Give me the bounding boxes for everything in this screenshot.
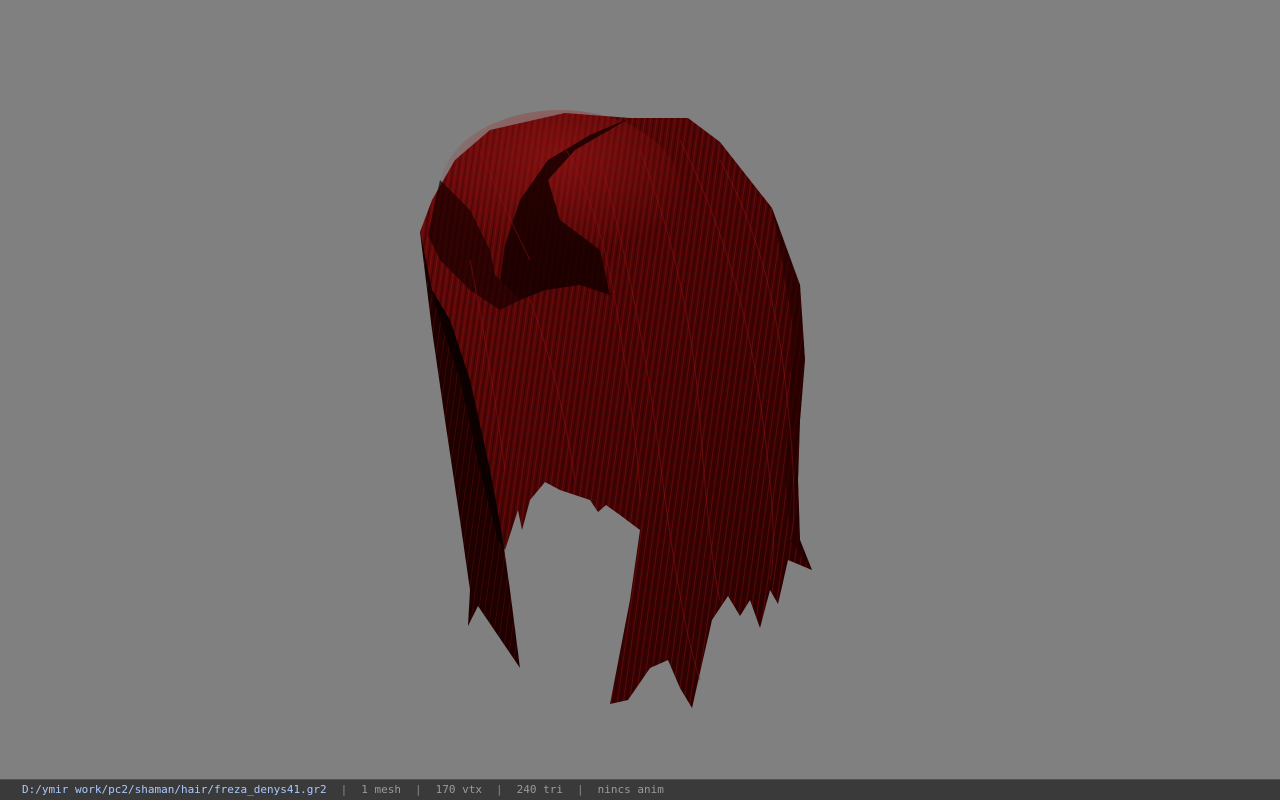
status-bar: D:/ymir work/pc2/shaman/hair/freza_denys… [0,779,1280,800]
mesh-count: 1 mesh [361,783,402,796]
separator: | [496,783,503,796]
3d-viewport[interactable] [0,0,1280,779]
file-path: D:/ymir work/pc2/shaman/hair/freza_denys… [22,783,327,796]
separator: | [340,783,348,796]
animation-status: nincs anim [597,783,664,796]
vertex-count: 170 vtx [435,783,482,796]
separator: | [576,783,584,796]
triangle-count: 240 tri [516,783,563,796]
separator: | [415,783,422,796]
hair-model [420,110,812,708]
